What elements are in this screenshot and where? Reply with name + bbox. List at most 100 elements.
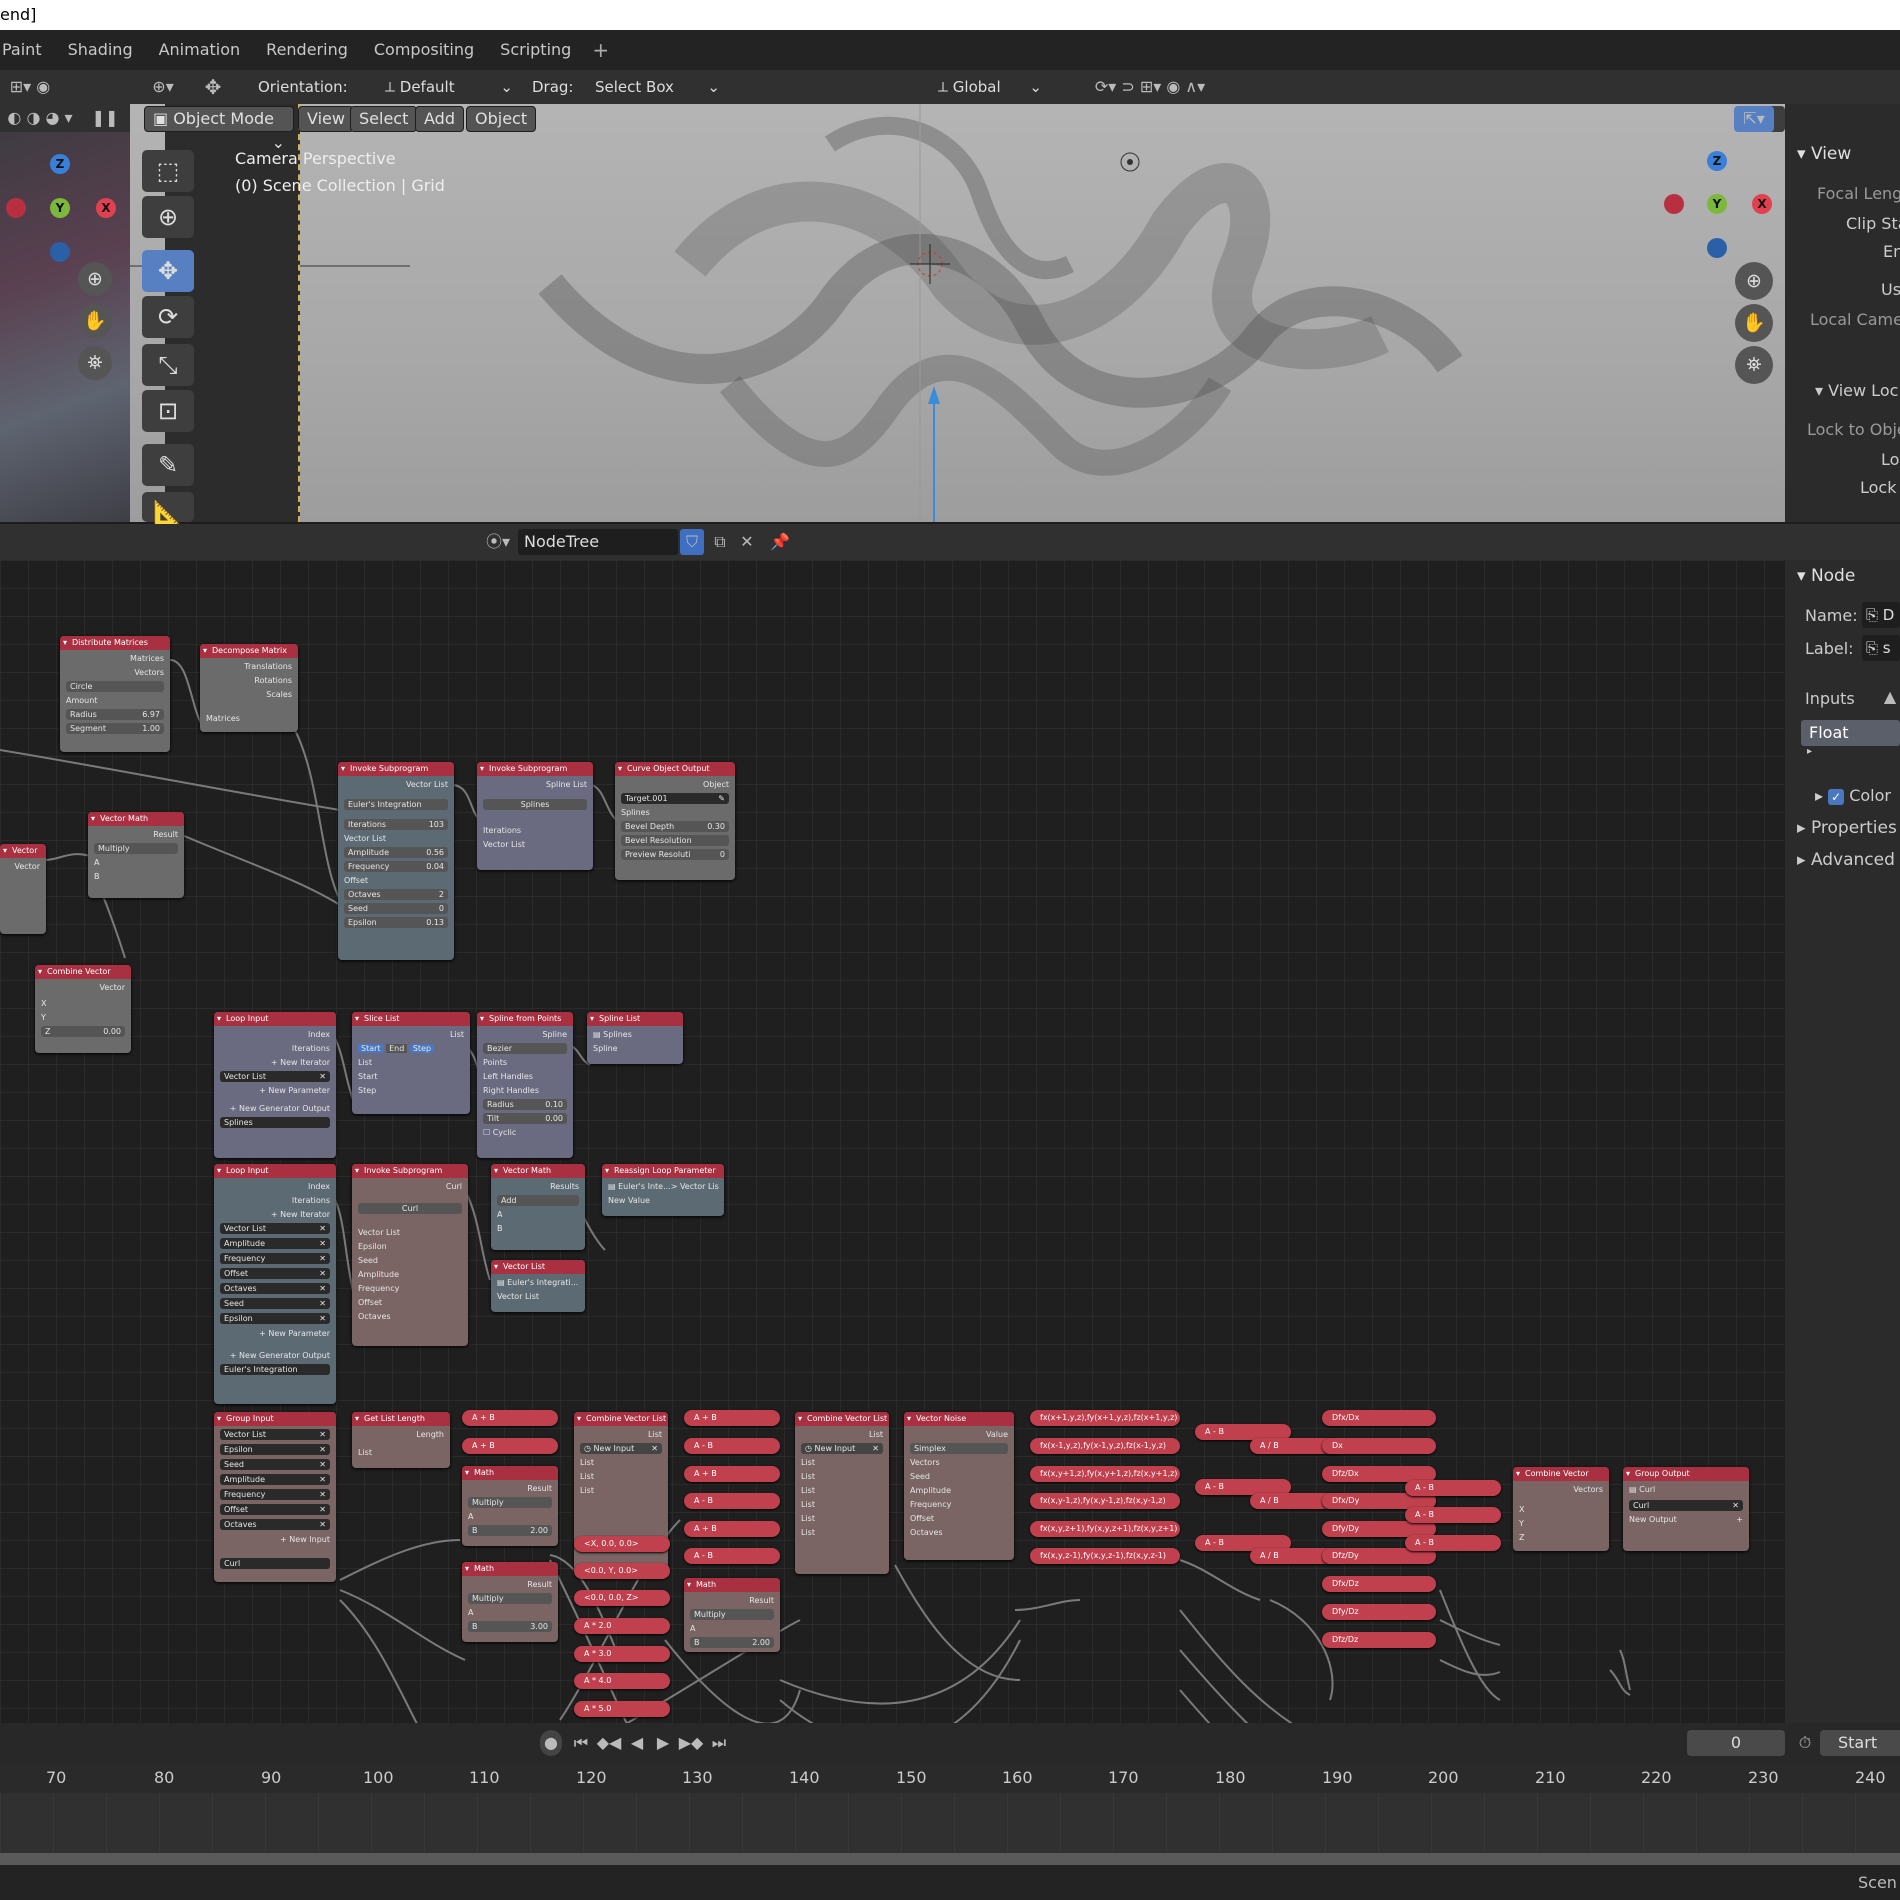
snapping-icons[interactable]: ⟳▾ ⊃ ⊞▾ ◉ ∧▾ <box>1055 74 1245 100</box>
hand-icon[interactable]: ✋ <box>78 304 112 338</box>
pill-node[interactable]: A + B <box>462 1410 558 1426</box>
pill-node[interactable]: A - B <box>684 1493 780 1509</box>
param-epsilon[interactable]: Epsilon ✕ <box>214 1443 336 1458</box>
node-slice-list[interactable]: Slice List List Start End Step List Star… <box>352 1012 470 1114</box>
end-toggle[interactable]: End <box>386 1044 408 1053</box>
select-box-tool[interactable]: ⬚ <box>142 150 194 192</box>
new-generator-button[interactable]: + New Generator Output <box>214 1349 336 1363</box>
zoom-icon[interactable]: ⊕ <box>1735 262 1773 300</box>
node-math-multiply-1[interactable]: Math Result Multiply A B 2.00 <box>462 1466 558 1546</box>
close-icon[interactable]: ✕ <box>872 1443 879 1454</box>
b-field[interactable]: B 2.00 <box>462 1524 558 1538</box>
pill-node[interactable]: A + B <box>462 1438 558 1454</box>
node-group-input[interactable]: Group Input Vector List✕ Epsilon✕ Seed✕ … <box>214 1412 336 1582</box>
node-invoke-subprogram-euler[interactable]: Invoke Subprogram Vector List Euler's In… <box>338 762 454 960</box>
close-icon[interactable]: ✕ <box>319 1283 326 1294</box>
transform-tool[interactable]: ⊡ <box>142 390 194 432</box>
duplicate-icon[interactable]: ⧉ <box>708 529 732 555</box>
node-title[interactable]: Decompose Matrix <box>200 644 298 658</box>
spline-type-dropdown[interactable]: Bezier <box>477 1042 573 1056</box>
record-icon[interactable]: ● <box>540 1730 562 1756</box>
pill-node[interactable]: fx(x,y,z-1),fy(x,y,z-1),fz(x,y,z-1) <box>1030 1548 1180 1564</box>
node-title[interactable]: Combine Vector List <box>574 1412 668 1426</box>
node-tree-name-field[interactable]: NodeTree <box>518 529 678 555</box>
node-vector-noise[interactable]: Vector Noise Value Simplex Vectors Seed … <box>904 1412 1014 1560</box>
start-frame-field[interactable]: Start <box>1820 1730 1900 1756</box>
curl-output-field[interactable]: Curl ✕ <box>1623 1499 1749 1513</box>
splines-field[interactable]: ▤ Splines <box>587 1028 683 1042</box>
node-loop-input-euler[interactable]: Loop Input Index Iterations + New Iterat… <box>214 1164 336 1404</box>
parameter-field[interactable]: ▤ Euler's Inte...> Vector Lis <box>602 1180 724 1194</box>
param-epsilon[interactable]: Epsilon ✕ <box>214 1312 336 1327</box>
current-frame-field[interactable]: 0 <box>1687 1730 1785 1756</box>
new-output-button[interactable]: New Output + <box>1623 1513 1749 1527</box>
close-icon[interactable]: ✕ <box>319 1298 326 1309</box>
step-toggle[interactable]: Step <box>409 1044 435 1053</box>
b-field[interactable]: B 2.00 <box>684 1636 780 1650</box>
gizmo-neg-x[interactable] <box>1664 194 1684 214</box>
curl-field[interactable]: Curl <box>214 1557 336 1571</box>
operation-dropdown[interactable]: Multiply <box>462 1592 558 1606</box>
node-title[interactable]: Math <box>684 1578 780 1592</box>
node-invoke-subprogram-splines[interactable]: Invoke Subprogram Spline List Splines It… <box>477 762 593 870</box>
node-section-header[interactable]: ▾ Node <box>1797 566 1855 586</box>
jump-end-icon[interactable]: ⏭ <box>708 1730 730 1756</box>
name-field[interactable]: ⎘ D <box>1862 602 1900 628</box>
subprogram-field[interactable]: Euler's Integration <box>338 798 454 812</box>
checkbox-icon[interactable]: ✓ <box>1828 788 1845 805</box>
node-title[interactable]: Loop Input <box>214 1164 336 1178</box>
param-offset[interactable]: Offset ✕ <box>214 1503 336 1518</box>
param-octaves[interactable]: Octaves ✕ <box>214 1282 336 1297</box>
pill-node[interactable]: Dfz/Dz <box>1322 1632 1436 1648</box>
gizmo-neg-z[interactable] <box>50 242 70 262</box>
pill-node[interactable]: A * 4.0 <box>574 1673 670 1689</box>
timeline-scrollbar[interactable] <box>0 1853 1900 1865</box>
pill-node[interactable]: fx(x+1,y,z),fy(x+1,y,z),fz(x+1,y,z) <box>1030 1410 1180 1426</box>
move-tool[interactable]: ✥ <box>142 250 194 292</box>
close-icon[interactable]: ✕ <box>319 1223 326 1234</box>
pause-icon[interactable]: ❚❚ <box>90 105 120 131</box>
move-gizmo-icon[interactable]: ✥ <box>198 74 228 100</box>
close-icon[interactable]: ✕ <box>319 1504 326 1515</box>
param-seed[interactable]: Seed ✕ <box>214 1297 336 1312</box>
tilt-field[interactable]: Tilt 0.00 <box>477 1112 573 1126</box>
drag-dropdown[interactable]: Select Box ⌄ <box>595 74 720 100</box>
pill-node[interactable]: fx(x,y,z+1),fy(x,y,z+1),fz(x,y,z+1) <box>1030 1521 1180 1537</box>
transform-space-dropdown[interactable]: ⟂ Global ⌄ <box>938 74 1042 100</box>
node-vector-math-multiply[interactable]: Vector Math Result Multiply A B <box>88 812 184 898</box>
pill-node[interactable]: A - B <box>1405 1535 1501 1551</box>
node-title[interactable]: Invoke Subprogram <box>352 1164 468 1178</box>
param-vector-list[interactable]: Vector List ✕ <box>214 1070 336 1084</box>
node-title[interactable]: Loop Input <box>214 1012 336 1026</box>
menu-add[interactable]: Add <box>415 106 464 132</box>
pill-node[interactable]: Dfx/Dx <box>1322 1410 1436 1426</box>
node-title[interactable]: Math <box>462 1562 558 1576</box>
pill-node[interactable]: Dfy/Dz <box>1322 1604 1436 1620</box>
operation-dropdown[interactable]: Multiply <box>684 1608 780 1622</box>
pill-node[interactable]: Dfx/Dz <box>1322 1576 1436 1592</box>
pill-node[interactable]: A - B <box>684 1438 780 1454</box>
prev-keyframe-icon[interactable]: ◆◀ <box>596 1730 622 1756</box>
node-combine-vector-list-2[interactable]: Combine Vector List List ◷ New Input ✕ Li… <box>795 1412 889 1574</box>
pill-node[interactable]: A * 2.0 <box>574 1618 670 1634</box>
param-frequency[interactable]: Frequency ✕ <box>214 1252 336 1267</box>
param-seed[interactable]: Seed ✕ <box>214 1458 336 1473</box>
pill-node[interactable]: fx(x-1,y,z),fy(x-1,y,z),fz(x-1,y,z) <box>1030 1438 1180 1454</box>
bevel-resolution-field[interactable]: Bevel Resolution <box>615 834 735 848</box>
gizmo-toggle-icon[interactable]: ⇱▾ <box>1734 106 1774 132</box>
view-section-header[interactable]: ▾ View <box>1797 144 1851 164</box>
pill-node[interactable]: fx(x,y-1,z),fy(x,y-1,z),fz(x,y-1,z) <box>1030 1493 1180 1509</box>
mode-dropdown[interactable]: ▣ Object Mode ⌄ <box>144 106 294 152</box>
node-title[interactable]: Get List Length <box>352 1412 450 1426</box>
new-generator-button[interactable]: + New Generator Output <box>214 1102 336 1116</box>
node-math-multiply-3[interactable]: Math Result Multiply A B 2.00 <box>684 1578 780 1652</box>
param-frequency[interactable]: Frequency ✕ <box>214 1488 336 1503</box>
node-title[interactable]: Vector <box>0 844 46 858</box>
scale-tool[interactable]: ⤡ <box>142 344 194 386</box>
rotate-tool[interactable]: ⟳ <box>142 296 194 338</box>
new-parameter-button[interactable]: + New Parameter <box>214 1084 336 1098</box>
input-float-item[interactable]: Float <box>1801 720 1900 746</box>
close-icon[interactable]: ✕ <box>319 1313 326 1324</box>
subprogram-field[interactable]: Curl <box>352 1202 468 1216</box>
param-amplitude[interactable]: Amplitude ✕ <box>214 1237 336 1252</box>
